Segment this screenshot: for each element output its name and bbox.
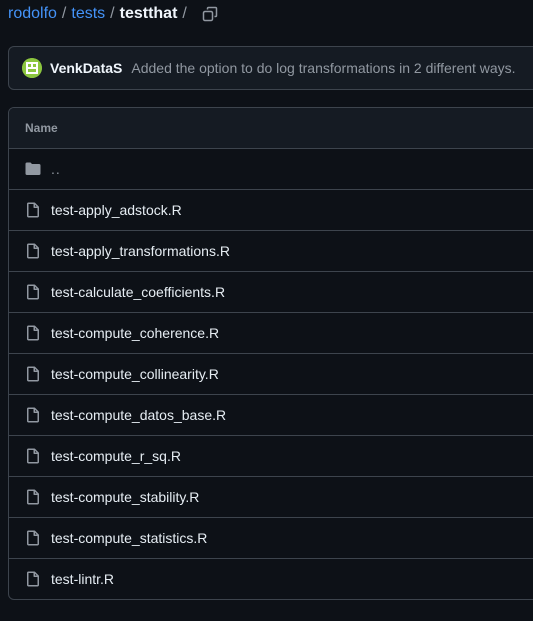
file-row[interactable]: test-lintr.R <box>9 559 533 599</box>
file-icon <box>25 325 41 341</box>
file-name-link[interactable]: test-apply_adstock.R <box>51 202 182 218</box>
file-name-link[interactable]: test-lintr.R <box>51 571 114 587</box>
file-icon <box>25 202 41 218</box>
breadcrumb-separator: / <box>182 5 187 22</box>
file-row[interactable]: test-apply_transformations.R <box>9 231 533 272</box>
avatar-image <box>22 58 42 78</box>
file-name-link[interactable]: test-compute_datos_base.R <box>51 407 226 423</box>
file-icon <box>25 284 41 300</box>
file-row[interactable]: test-compute_stability.R <box>9 477 533 518</box>
file-icon <box>25 243 41 259</box>
copy-icon <box>202 6 218 22</box>
breadcrumb-separator: / <box>110 5 115 22</box>
file-row[interactable]: test-compute_datos_base.R <box>9 395 533 436</box>
file-name-link[interactable]: test-compute_r_sq.R <box>51 448 181 464</box>
file-row[interactable]: test-compute_collinearity.R <box>9 354 533 395</box>
breadcrumb: rodolfo / tests / testthat / <box>8 3 220 25</box>
commit-message[interactable]: Added the option to do log transformatio… <box>131 60 515 76</box>
file-icon <box>25 407 41 423</box>
breadcrumb-current: testthat <box>119 5 178 22</box>
avatar[interactable] <box>22 58 42 78</box>
file-row[interactable]: test-compute_coherence.R <box>9 313 533 354</box>
file-icon <box>25 571 41 587</box>
file-list: test-apply_adstock.R test-apply_transform… <box>9 190 533 599</box>
file-icon <box>25 448 41 464</box>
column-header-name: Name <box>25 121 58 135</box>
file-row[interactable]: test-compute_statistics.R <box>9 518 533 559</box>
file-icon <box>25 366 41 382</box>
file-name-link[interactable]: test-calculate_coefficients.R <box>51 284 225 300</box>
folder-icon <box>25 161 41 177</box>
parent-directory-link[interactable]: .. <box>51 161 61 177</box>
file-table: Name .. test-apply_adstock.R test-apply_t… <box>8 107 533 600</box>
breadcrumb-owner-link[interactable]: rodolfo <box>8 3 57 25</box>
file-icon <box>25 530 41 546</box>
table-header: Name <box>9 108 533 149</box>
latest-commit-bar: VenkDataS Added the option to do log tra… <box>8 46 533 90</box>
file-name-link[interactable]: test-compute_collinearity.R <box>51 366 219 382</box>
parent-directory-row[interactable]: .. <box>9 149 533 190</box>
file-row[interactable]: test-apply_adstock.R <box>9 190 533 231</box>
file-name-link[interactable]: test-compute_statistics.R <box>51 530 207 546</box>
file-row[interactable]: test-calculate_coefficients.R <box>9 272 533 313</box>
file-icon <box>25 489 41 505</box>
breadcrumb-separator: / <box>61 5 67 22</box>
breadcrumb-tests-link[interactable]: tests <box>71 3 105 25</box>
file-name-link[interactable]: test-compute_stability.R <box>51 489 199 505</box>
file-name-link[interactable]: test-compute_coherence.R <box>51 325 219 341</box>
file-row[interactable]: test-compute_r_sq.R <box>9 436 533 477</box>
file-name-link[interactable]: test-apply_transformations.R <box>51 243 230 259</box>
commit-author[interactable]: VenkDataS <box>50 60 122 76</box>
copy-path-button[interactable] <box>200 4 220 24</box>
